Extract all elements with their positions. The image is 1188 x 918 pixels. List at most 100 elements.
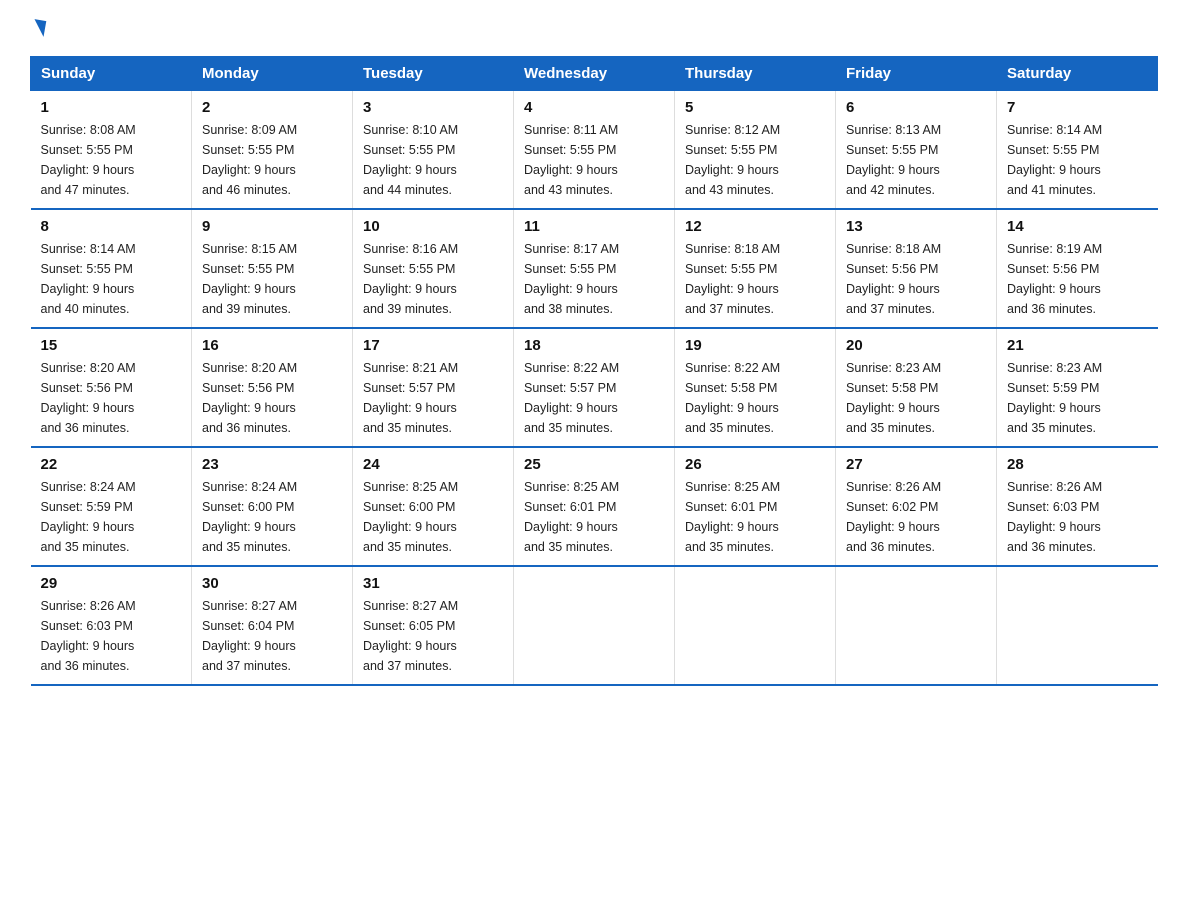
calendar-cell: 11 Sunrise: 8:17 AMSunset: 5:55 PMDaylig… xyxy=(514,209,675,328)
day-info: Sunrise: 8:09 AMSunset: 5:55 PMDaylight:… xyxy=(202,120,342,200)
day-number: 30 xyxy=(202,575,342,592)
calendar-cell: 21 Sunrise: 8:23 AMSunset: 5:59 PMDaylig… xyxy=(997,328,1158,447)
calendar-cell: 28 Sunrise: 8:26 AMSunset: 6:03 PMDaylig… xyxy=(997,447,1158,566)
day-number: 23 xyxy=(202,456,342,473)
day-number: 5 xyxy=(685,99,825,116)
day-number: 9 xyxy=(202,218,342,235)
column-header-thursday: Thursday xyxy=(675,57,836,91)
day-number: 31 xyxy=(363,575,503,592)
day-info: Sunrise: 8:14 AMSunset: 5:55 PMDaylight:… xyxy=(1007,120,1148,200)
calendar-cell xyxy=(514,566,675,685)
calendar-cell: 23 Sunrise: 8:24 AMSunset: 6:00 PMDaylig… xyxy=(192,447,353,566)
calendar-cell xyxy=(836,566,997,685)
calendar-cell: 2 Sunrise: 8:09 AMSunset: 5:55 PMDayligh… xyxy=(192,91,353,210)
calendar-cell: 9 Sunrise: 8:15 AMSunset: 5:55 PMDayligh… xyxy=(192,209,353,328)
calendar-week-3: 15 Sunrise: 8:20 AMSunset: 5:56 PMDaylig… xyxy=(31,328,1158,447)
day-number: 3 xyxy=(363,99,503,116)
day-info: Sunrise: 8:23 AMSunset: 5:59 PMDaylight:… xyxy=(1007,358,1148,438)
day-number: 24 xyxy=(363,456,503,473)
day-number: 10 xyxy=(363,218,503,235)
column-header-sunday: Sunday xyxy=(31,57,192,91)
calendar-cell: 16 Sunrise: 8:20 AMSunset: 5:56 PMDaylig… xyxy=(192,328,353,447)
calendar-table: SundayMondayTuesdayWednesdayThursdayFrid… xyxy=(30,56,1158,686)
day-number: 2 xyxy=(202,99,342,116)
day-info: Sunrise: 8:27 AMSunset: 6:05 PMDaylight:… xyxy=(363,596,503,676)
day-info: Sunrise: 8:25 AMSunset: 6:01 PMDaylight:… xyxy=(524,477,664,557)
calendar-week-2: 8 Sunrise: 8:14 AMSunset: 5:55 PMDayligh… xyxy=(31,209,1158,328)
day-info: Sunrise: 8:20 AMSunset: 5:56 PMDaylight:… xyxy=(202,358,342,438)
day-info: Sunrise: 8:18 AMSunset: 5:56 PMDaylight:… xyxy=(846,239,986,319)
column-header-friday: Friday xyxy=(836,57,997,91)
calendar-cell: 17 Sunrise: 8:21 AMSunset: 5:57 PMDaylig… xyxy=(353,328,514,447)
day-info: Sunrise: 8:24 AMSunset: 5:59 PMDaylight:… xyxy=(41,477,182,557)
calendar-cell: 1 Sunrise: 8:08 AMSunset: 5:55 PMDayligh… xyxy=(31,91,192,210)
calendar-week-5: 29 Sunrise: 8:26 AMSunset: 6:03 PMDaylig… xyxy=(31,566,1158,685)
calendar-cell xyxy=(997,566,1158,685)
calendar-cell: 4 Sunrise: 8:11 AMSunset: 5:55 PMDayligh… xyxy=(514,91,675,210)
calendar-header: SundayMondayTuesdayWednesdayThursdayFrid… xyxy=(31,57,1158,91)
calendar-cell: 31 Sunrise: 8:27 AMSunset: 6:05 PMDaylig… xyxy=(353,566,514,685)
day-number: 27 xyxy=(846,456,986,473)
day-number: 18 xyxy=(524,337,664,354)
calendar-body: 1 Sunrise: 8:08 AMSunset: 5:55 PMDayligh… xyxy=(31,91,1158,686)
day-info: Sunrise: 8:18 AMSunset: 5:55 PMDaylight:… xyxy=(685,239,825,319)
day-info: Sunrise: 8:22 AMSunset: 5:57 PMDaylight:… xyxy=(524,358,664,438)
day-number: 13 xyxy=(846,218,986,235)
day-info: Sunrise: 8:14 AMSunset: 5:55 PMDaylight:… xyxy=(41,239,182,319)
day-info: Sunrise: 8:17 AMSunset: 5:55 PMDaylight:… xyxy=(524,239,664,319)
day-info: Sunrise: 8:11 AMSunset: 5:55 PMDaylight:… xyxy=(524,120,664,200)
day-info: Sunrise: 8:21 AMSunset: 5:57 PMDaylight:… xyxy=(363,358,503,438)
calendar-cell: 6 Sunrise: 8:13 AMSunset: 5:55 PMDayligh… xyxy=(836,91,997,210)
calendar-cell xyxy=(675,566,836,685)
calendar-cell: 12 Sunrise: 8:18 AMSunset: 5:55 PMDaylig… xyxy=(675,209,836,328)
day-number: 4 xyxy=(524,99,664,116)
day-info: Sunrise: 8:15 AMSunset: 5:55 PMDaylight:… xyxy=(202,239,342,319)
day-info: Sunrise: 8:10 AMSunset: 5:55 PMDaylight:… xyxy=(363,120,503,200)
calendar-cell: 22 Sunrise: 8:24 AMSunset: 5:59 PMDaylig… xyxy=(31,447,192,566)
day-number: 29 xyxy=(41,575,182,592)
calendar-cell: 15 Sunrise: 8:20 AMSunset: 5:56 PMDaylig… xyxy=(31,328,192,447)
calendar-cell: 26 Sunrise: 8:25 AMSunset: 6:01 PMDaylig… xyxy=(675,447,836,566)
calendar-cell: 30 Sunrise: 8:27 AMSunset: 6:04 PMDaylig… xyxy=(192,566,353,685)
calendar-cell: 20 Sunrise: 8:23 AMSunset: 5:58 PMDaylig… xyxy=(836,328,997,447)
day-number: 26 xyxy=(685,456,825,473)
day-info: Sunrise: 8:20 AMSunset: 5:56 PMDaylight:… xyxy=(41,358,182,438)
calendar-cell: 3 Sunrise: 8:10 AMSunset: 5:55 PMDayligh… xyxy=(353,91,514,210)
calendar-cell: 10 Sunrise: 8:16 AMSunset: 5:55 PMDaylig… xyxy=(353,209,514,328)
day-number: 6 xyxy=(846,99,986,116)
day-info: Sunrise: 8:25 AMSunset: 6:00 PMDaylight:… xyxy=(363,477,503,557)
day-number: 7 xyxy=(1007,99,1148,116)
day-info: Sunrise: 8:26 AMSunset: 6:03 PMDaylight:… xyxy=(1007,477,1148,557)
day-info: Sunrise: 8:19 AMSunset: 5:56 PMDaylight:… xyxy=(1007,239,1148,319)
day-number: 11 xyxy=(524,218,664,235)
day-number: 25 xyxy=(524,456,664,473)
day-number: 20 xyxy=(846,337,986,354)
calendar-cell: 8 Sunrise: 8:14 AMSunset: 5:55 PMDayligh… xyxy=(31,209,192,328)
calendar-cell: 14 Sunrise: 8:19 AMSunset: 5:56 PMDaylig… xyxy=(997,209,1158,328)
calendar-cell: 25 Sunrise: 8:25 AMSunset: 6:01 PMDaylig… xyxy=(514,447,675,566)
calendar-cell: 13 Sunrise: 8:18 AMSunset: 5:56 PMDaylig… xyxy=(836,209,997,328)
day-info: Sunrise: 8:22 AMSunset: 5:58 PMDaylight:… xyxy=(685,358,825,438)
day-number: 21 xyxy=(1007,337,1148,354)
day-info: Sunrise: 8:16 AMSunset: 5:55 PMDaylight:… xyxy=(363,239,503,319)
column-header-monday: Monday xyxy=(192,57,353,91)
day-info: Sunrise: 8:24 AMSunset: 6:00 PMDaylight:… xyxy=(202,477,342,557)
column-header-wednesday: Wednesday xyxy=(514,57,675,91)
day-info: Sunrise: 8:13 AMSunset: 5:55 PMDaylight:… xyxy=(846,120,986,200)
calendar-week-1: 1 Sunrise: 8:08 AMSunset: 5:55 PMDayligh… xyxy=(31,91,1158,210)
column-header-saturday: Saturday xyxy=(997,57,1158,91)
day-info: Sunrise: 8:08 AMSunset: 5:55 PMDaylight:… xyxy=(41,120,182,200)
day-number: 8 xyxy=(41,218,182,235)
page-header xyxy=(30,20,1158,38)
calendar-cell: 5 Sunrise: 8:12 AMSunset: 5:55 PMDayligh… xyxy=(675,91,836,210)
logo xyxy=(30,20,45,38)
day-info: Sunrise: 8:25 AMSunset: 6:01 PMDaylight:… xyxy=(685,477,825,557)
day-number: 28 xyxy=(1007,456,1148,473)
day-number: 12 xyxy=(685,218,825,235)
day-info: Sunrise: 8:12 AMSunset: 5:55 PMDaylight:… xyxy=(685,120,825,200)
day-number: 22 xyxy=(41,456,182,473)
day-info: Sunrise: 8:23 AMSunset: 5:58 PMDaylight:… xyxy=(846,358,986,438)
calendar-cell: 7 Sunrise: 8:14 AMSunset: 5:55 PMDayligh… xyxy=(997,91,1158,210)
calendar-week-4: 22 Sunrise: 8:24 AMSunset: 5:59 PMDaylig… xyxy=(31,447,1158,566)
day-number: 19 xyxy=(685,337,825,354)
